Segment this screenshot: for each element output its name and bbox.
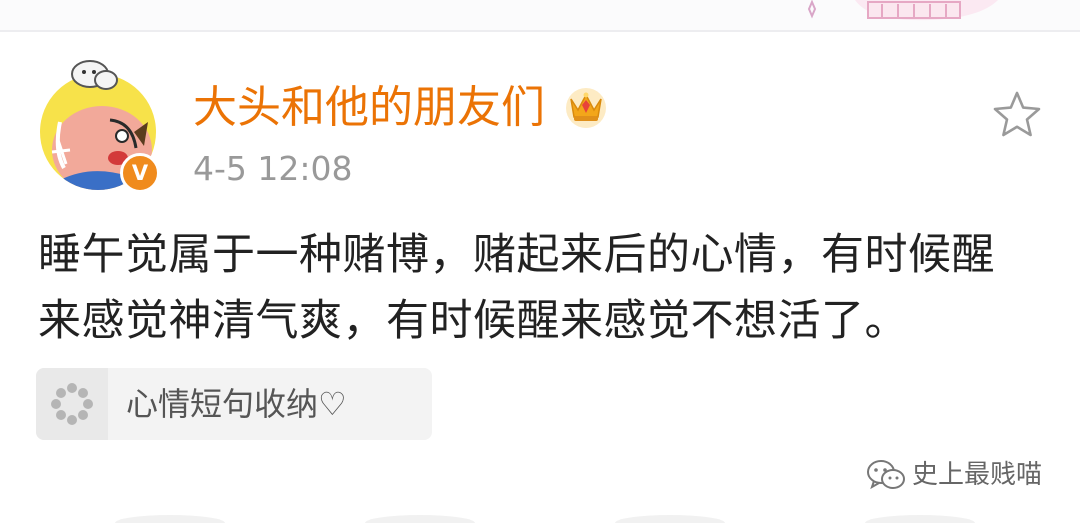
crown-icon[interactable] <box>563 83 609 129</box>
post-text: 睡午觉属于一种赌博，赌起来后的心情，有时候醒 来感觉神清气爽，有时候醒来感觉不想… <box>38 222 1048 354</box>
next-row-hint <box>115 515 975 523</box>
top-strip <box>0 0 1080 30</box>
topic-link-chip[interactable]: 心情短句收纳♡ <box>36 368 432 440</box>
watermark-text: 史上最贱喵 <box>912 460 1043 490</box>
author-name[interactable]: 大头和他的朋友们 <box>193 80 545 136</box>
wechat-icon <box>867 460 905 490</box>
weibo-post-screen: V 大头和他的朋友们 4-5 12:08 睡午觉属于一种赌博，赌起来后的心情，有… <box>0 0 1080 523</box>
verified-badge: V <box>120 153 160 193</box>
post-text-line: 来感觉神清气爽，有时候醒来感觉不想活了。 <box>38 296 908 346</box>
loading-dots-icon <box>51 383 93 425</box>
banner-decoration-icon <box>807 0 998 21</box>
topic-icon-box <box>36 368 108 440</box>
post-text-line: 睡午觉属于一种赌博，赌起来后的心情，有时候醒 <box>38 230 995 280</box>
star-outline-icon[interactable] <box>990 88 1044 142</box>
top-divider <box>0 30 1080 32</box>
topic-label: 心情短句收纳♡ <box>126 385 347 423</box>
post-timestamp: 4-5 12:08 <box>193 149 353 188</box>
